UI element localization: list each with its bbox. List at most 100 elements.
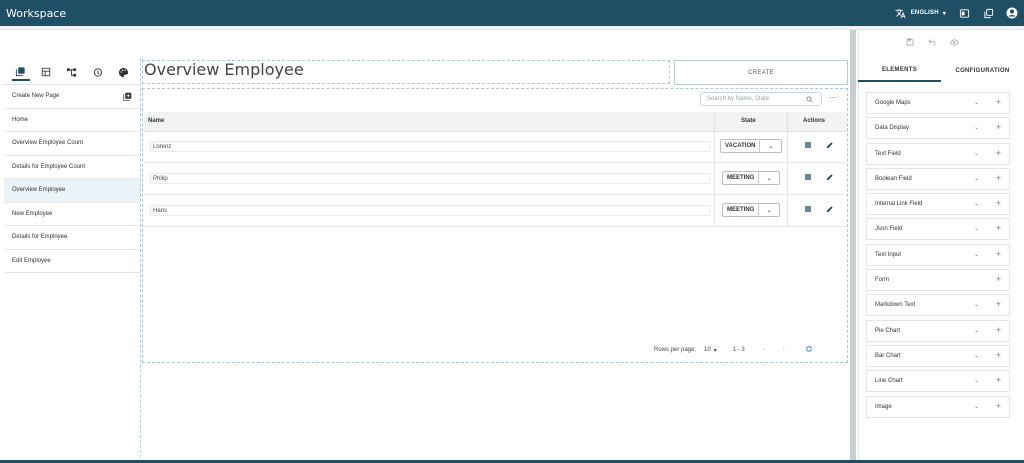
element-label: Text Input: [875, 251, 902, 258]
details-icon[interactable]: [804, 173, 814, 183]
rows-per-page-select[interactable]: 10 ▾: [704, 347, 717, 354]
preview-window-icon[interactable]: [958, 7, 970, 19]
tab-elements[interactable]: ELEMENTS: [858, 60, 941, 82]
rows-per-page-value: 10: [704, 347, 711, 353]
vertical-scrollbar[interactable]: [850, 30, 856, 460]
add-icon[interactable]: +: [996, 375, 1001, 385]
chevron-down-icon[interactable]: ⌄: [974, 124, 979, 131]
edit-icon[interactable]: [826, 205, 836, 215]
language-selector[interactable]: ENGLISH ▾: [895, 7, 946, 19]
add-icon[interactable]: +: [996, 325, 1001, 335]
page-item-home[interactable]: Home: [4, 109, 140, 132]
create-button[interactable]: CREATE: [674, 60, 848, 85]
caret-down-icon: ▾: [713, 347, 717, 354]
preview-eye-icon[interactable]: [949, 38, 960, 49]
chevron-down-icon[interactable]: ⌄: [974, 352, 979, 359]
history-icon[interactable]: [89, 63, 107, 81]
next-page-icon[interactable]: ›: [783, 347, 785, 353]
chevron-down-icon[interactable]: ⌄: [974, 225, 979, 232]
page-item-label: Details for Employee: [12, 234, 68, 241]
chevron-down-icon[interactable]: ⌄: [974, 327, 979, 334]
element-item-form[interactable]: Form +: [866, 269, 1010, 292]
state-select[interactable]: VACATION ⌄: [720, 139, 782, 153]
more-options-icon[interactable]: ···: [829, 93, 837, 102]
chevron-down-icon: ⌄: [766, 175, 772, 182]
caret-down-icon: ▾: [942, 10, 946, 17]
chevron-down-icon[interactable]: ⌄: [974, 200, 979, 207]
chevron-down-icon[interactable]: ⌄: [974, 377, 979, 384]
state-select[interactable]: MEETING ⌄: [722, 203, 780, 217]
edit-icon[interactable]: [826, 141, 836, 151]
create-new-page-item[interactable]: Create New Page: [4, 85, 140, 109]
language-label: ENGLISH: [910, 10, 939, 16]
element-item-json-field[interactable]: Json Field ⌄ +: [866, 218, 1010, 241]
add-icon[interactable]: +: [996, 198, 1001, 208]
element-item-pie-chart[interactable]: Pie Chart ⌄ +: [866, 319, 1010, 342]
element-item-image[interactable]: Image ⌄ +: [866, 395, 1010, 418]
add-icon[interactable]: +: [996, 148, 1001, 158]
chevron-down-icon[interactable]: ⌄: [974, 99, 979, 106]
state-value: VACATION: [721, 140, 761, 152]
chevron-down-icon[interactable]: ⌄: [974, 150, 979, 157]
undo-icon[interactable]: [928, 38, 936, 49]
tree-icon[interactable]: [63, 63, 81, 81]
element-item-bar-chart[interactable]: Bar Chart ⌄ +: [866, 344, 1010, 367]
copy-icon[interactable]: [982, 7, 994, 19]
element-item-line-chart[interactable]: Line Chart ⌄ +: [866, 370, 1010, 393]
right-toolbar: [906, 38, 960, 49]
right-panel-tabs: ELEMENTS CONFIGURATION: [858, 60, 1024, 82]
element-item-data-display[interactable]: Data Display ⌄ +: [866, 117, 1010, 140]
add-icon[interactable]: +: [996, 122, 1001, 132]
element-item-boolean-field[interactable]: Boolean Field ⌄ +: [866, 167, 1010, 190]
add-icon[interactable]: +: [996, 173, 1001, 183]
page-item-label: Edit Employee: [12, 257, 51, 264]
save-icon[interactable]: [906, 38, 914, 49]
page-item-new-employee[interactable]: New Employee: [4, 203, 140, 226]
element-item-internal-link-field[interactable]: Internal Link Field ⌄ +: [866, 193, 1010, 216]
page-item-edit-employee[interactable]: Edit Employee: [4, 250, 140, 273]
previous-page-icon[interactable]: ‹: [763, 347, 765, 353]
page-item-overview-employee[interactable]: Overview Employee: [4, 179, 140, 203]
chevron-down-icon[interactable]: ⌄: [974, 251, 979, 258]
element-label: Form: [875, 277, 889, 284]
chevron-down-icon: ⌄: [768, 143, 774, 150]
column-header-state[interactable]: State: [741, 118, 756, 124]
table-header: Name State Actions: [144, 112, 847, 132]
add-icon[interactable]: +: [996, 223, 1001, 233]
edit-icon[interactable]: [826, 173, 836, 183]
pages-icon[interactable]: [11, 63, 30, 81]
details-icon[interactable]: [804, 205, 814, 215]
add-icon[interactable]: +: [996, 350, 1001, 360]
add-icon[interactable]: +: [996, 249, 1001, 259]
palette-icon[interactable]: [114, 63, 132, 81]
tab-configuration[interactable]: CONFIGURATION: [941, 60, 1024, 82]
layout-icon[interactable]: [37, 63, 55, 81]
state-select[interactable]: MEETING ⌄: [722, 171, 780, 185]
row-name-cell[interactable]: Philip: [150, 173, 710, 184]
add-icon[interactable]: +: [996, 274, 1001, 284]
chevron-down-icon[interactable]: ⌄: [974, 403, 979, 410]
page-item-overview-employee-count[interactable]: Overview Employee Count: [4, 132, 140, 156]
element-item-markdown-text[interactable]: Markdown Text ⌄ +: [866, 294, 1010, 317]
add-page-icon[interactable]: [123, 92, 132, 101]
account-icon[interactable]: [1006, 7, 1018, 19]
page-item-details-employee-count[interactable]: Details for Employee Count: [4, 156, 140, 179]
left-panel-tabs: [4, 58, 140, 86]
search-input[interactable]: Search by Name, State: [700, 92, 822, 106]
chevron-down-icon[interactable]: ⌄: [974, 301, 979, 308]
row-name-cell[interactable]: Hans: [150, 205, 710, 216]
page-title[interactable]: Overview Employee: [144, 60, 304, 79]
refresh-icon[interactable]: [805, 345, 813, 355]
add-icon[interactable]: +: [996, 97, 1001, 107]
row-name-cell[interactable]: Lorenz: [150, 141, 710, 152]
element-item-google-maps[interactable]: Google Maps ⌄ +: [866, 92, 1010, 114]
element-item-text-input[interactable]: Text Input ⌄ +: [866, 243, 1010, 266]
details-icon[interactable]: [804, 141, 814, 151]
add-icon[interactable]: +: [996, 401, 1001, 411]
page-item-details-employee[interactable]: Details for Employee: [4, 226, 140, 250]
element-label: Google Maps: [875, 100, 911, 106]
column-header-name[interactable]: Name: [148, 118, 164, 124]
element-item-text-field[interactable]: Text Field ⌄ +: [866, 142, 1010, 165]
chevron-down-icon[interactable]: ⌄: [974, 175, 979, 182]
add-icon[interactable]: +: [996, 299, 1001, 309]
